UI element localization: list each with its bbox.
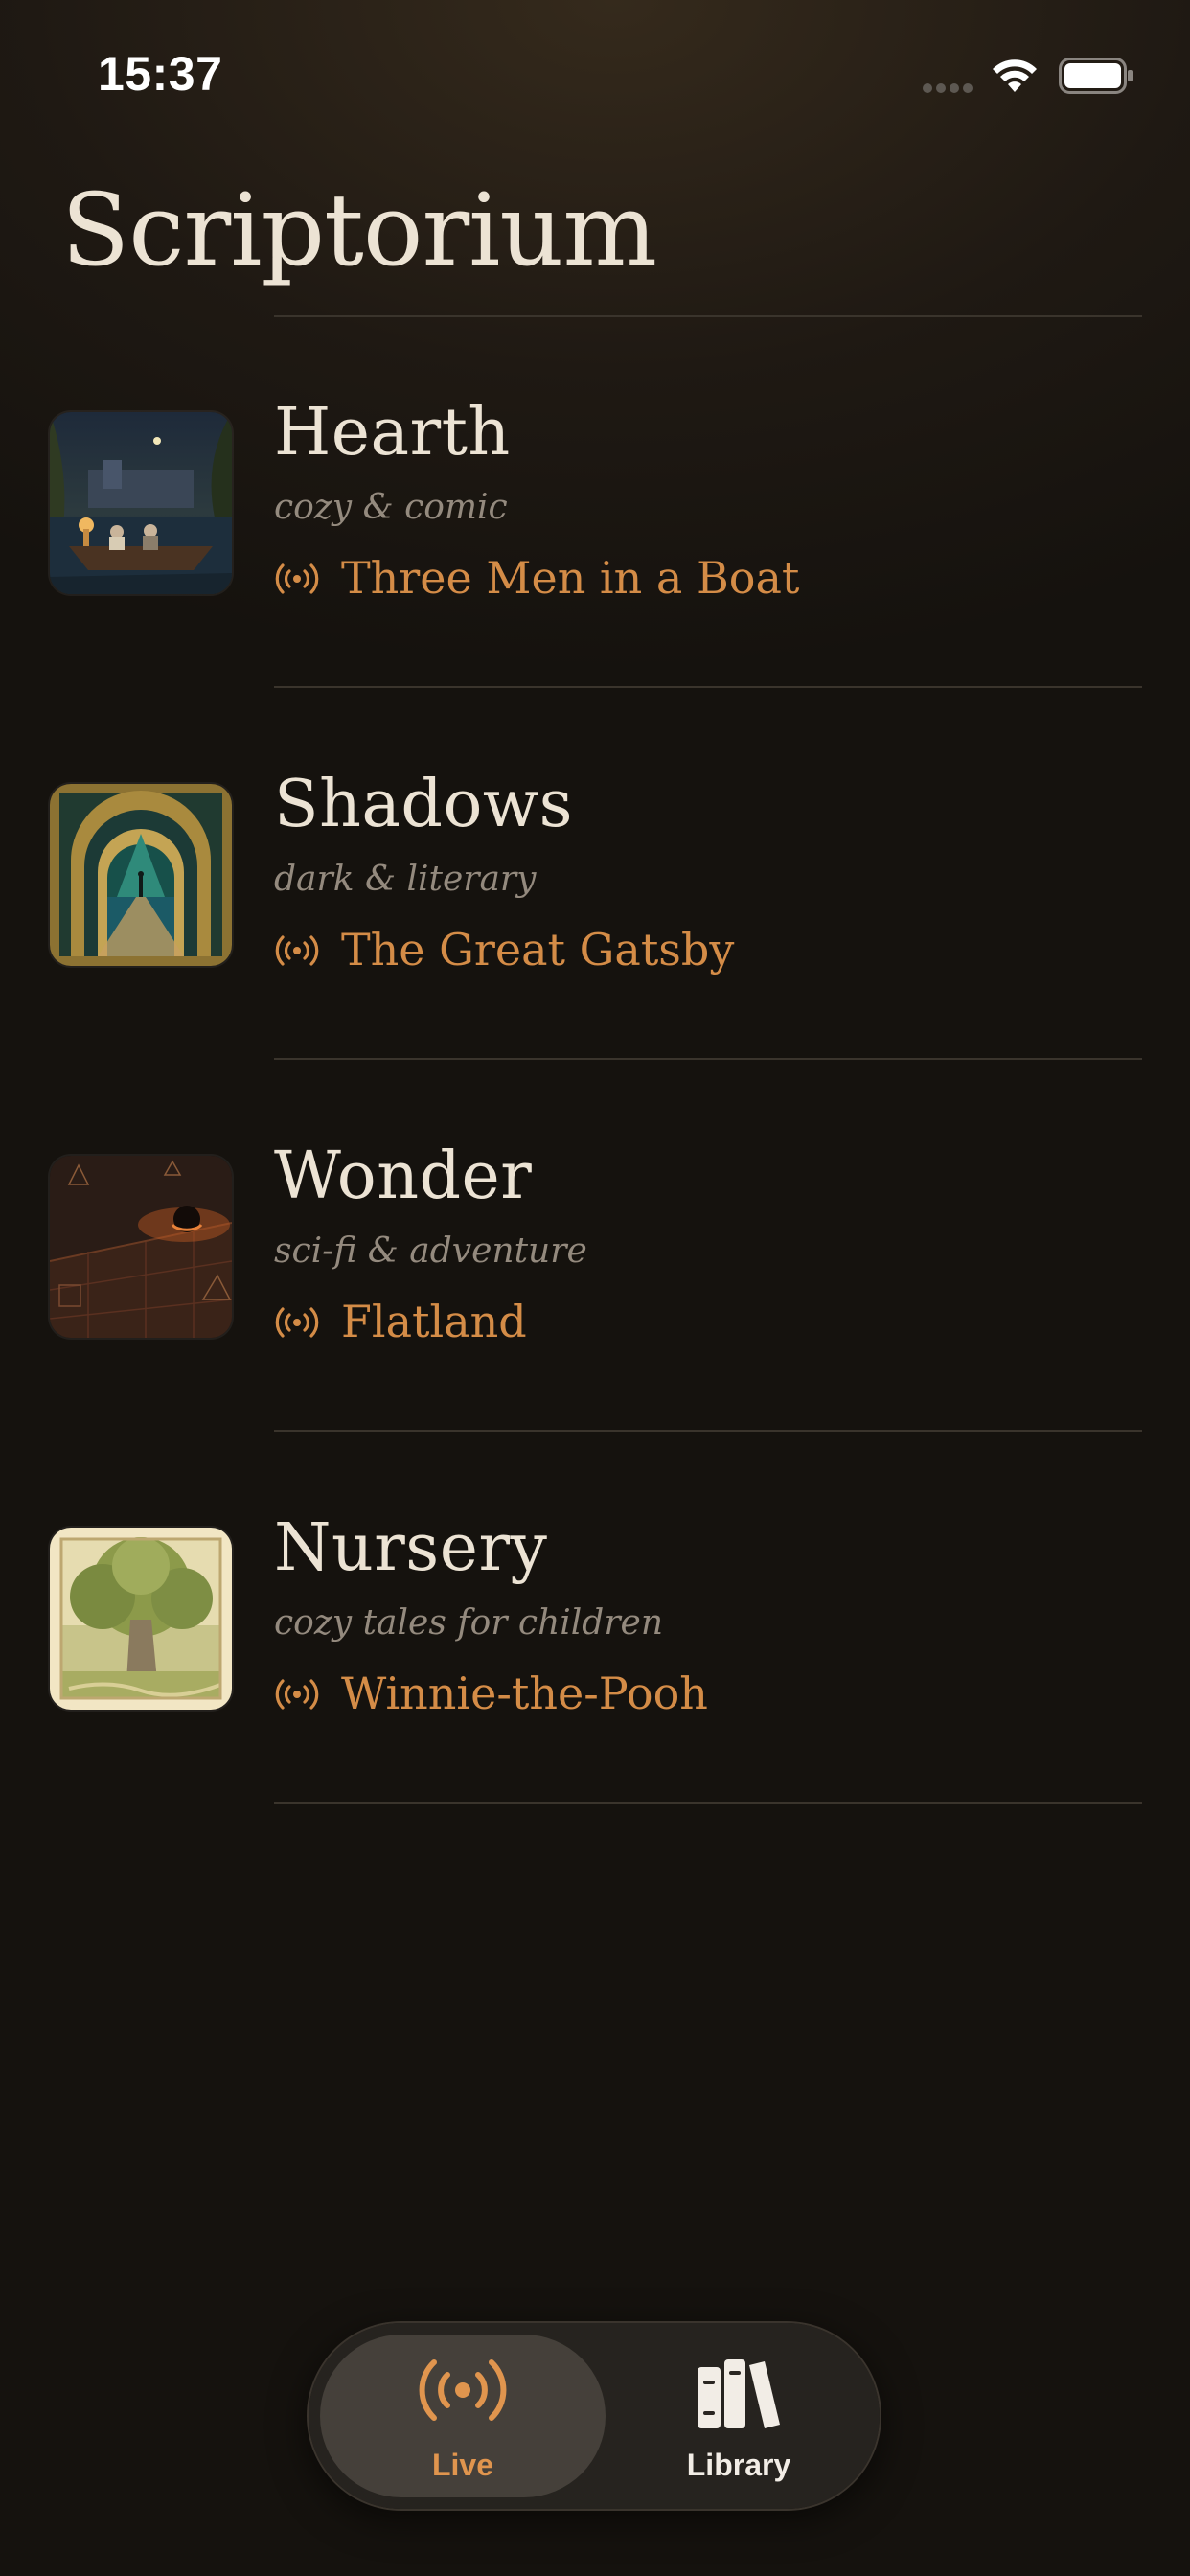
tab-bar: Live Library [309, 2323, 880, 2509]
room-genre: dark & literary [274, 860, 537, 899]
room-row-hearth[interactable]: Hearth cozy & comic Three Men in a Boat [0, 374, 1190, 746]
battery-icon [1059, 58, 1133, 94]
tab-live[interactable]: Live [320, 2334, 606, 2497]
live-broadcast-icon [275, 1307, 319, 1338]
divider [274, 315, 1142, 317]
divider [274, 1802, 1142, 1804]
divider [274, 686, 1142, 688]
room-genre: cozy tales for children [274, 1603, 664, 1643]
tab-label: Live [431, 2448, 494, 2482]
now-playing-title: Flatland [341, 1296, 527, 1347]
cover-image-hearth [50, 412, 232, 594]
cover-image-wonder [50, 1156, 232, 1338]
tab-library[interactable]: Library [596, 2334, 881, 2497]
live-broadcast-icon [275, 564, 319, 594]
room-row-shadows[interactable]: Shadows dark & literary The Great Gatsby [0, 746, 1190, 1117]
divider [274, 1058, 1142, 1060]
room-row-wonder[interactable]: Wonder sci-fi & adventure Flatland [0, 1117, 1190, 1489]
wifi-icon [993, 59, 1037, 92]
divider [274, 1430, 1142, 1432]
cellular-signal-icon [923, 83, 973, 93]
status-bar: 15:37 [0, 0, 1190, 144]
tab-label: Library [686, 2448, 791, 2482]
room-name: Nursery [274, 1510, 548, 1586]
now-playing-title: Three Men in a Boat [341, 552, 800, 604]
room-genre: sci-fi & adventure [274, 1231, 587, 1271]
broadcast-icon [419, 2359, 507, 2421]
now-playing-title: The Great Gatsby [341, 924, 735, 976]
room-genre: cozy & comic [274, 488, 508, 527]
cover-image-nursery [50, 1528, 232, 1710]
live-broadcast-icon [275, 1679, 319, 1710]
status-time: 15:37 [98, 47, 223, 101]
room-name: Hearth [274, 395, 511, 471]
room-name: Shadows [274, 767, 573, 842]
live-broadcast-icon [275, 935, 319, 966]
room-row-nursery[interactable]: Nursery cozy tales for children Winnie-t… [0, 1489, 1190, 1861]
books-icon [698, 2359, 780, 2428]
cover-image-shadows [50, 784, 232, 966]
page-title: Scriptorium [61, 172, 657, 288]
room-name: Wonder [274, 1138, 533, 1214]
now-playing-title: Winnie-the-Pooh [341, 1668, 708, 1719]
